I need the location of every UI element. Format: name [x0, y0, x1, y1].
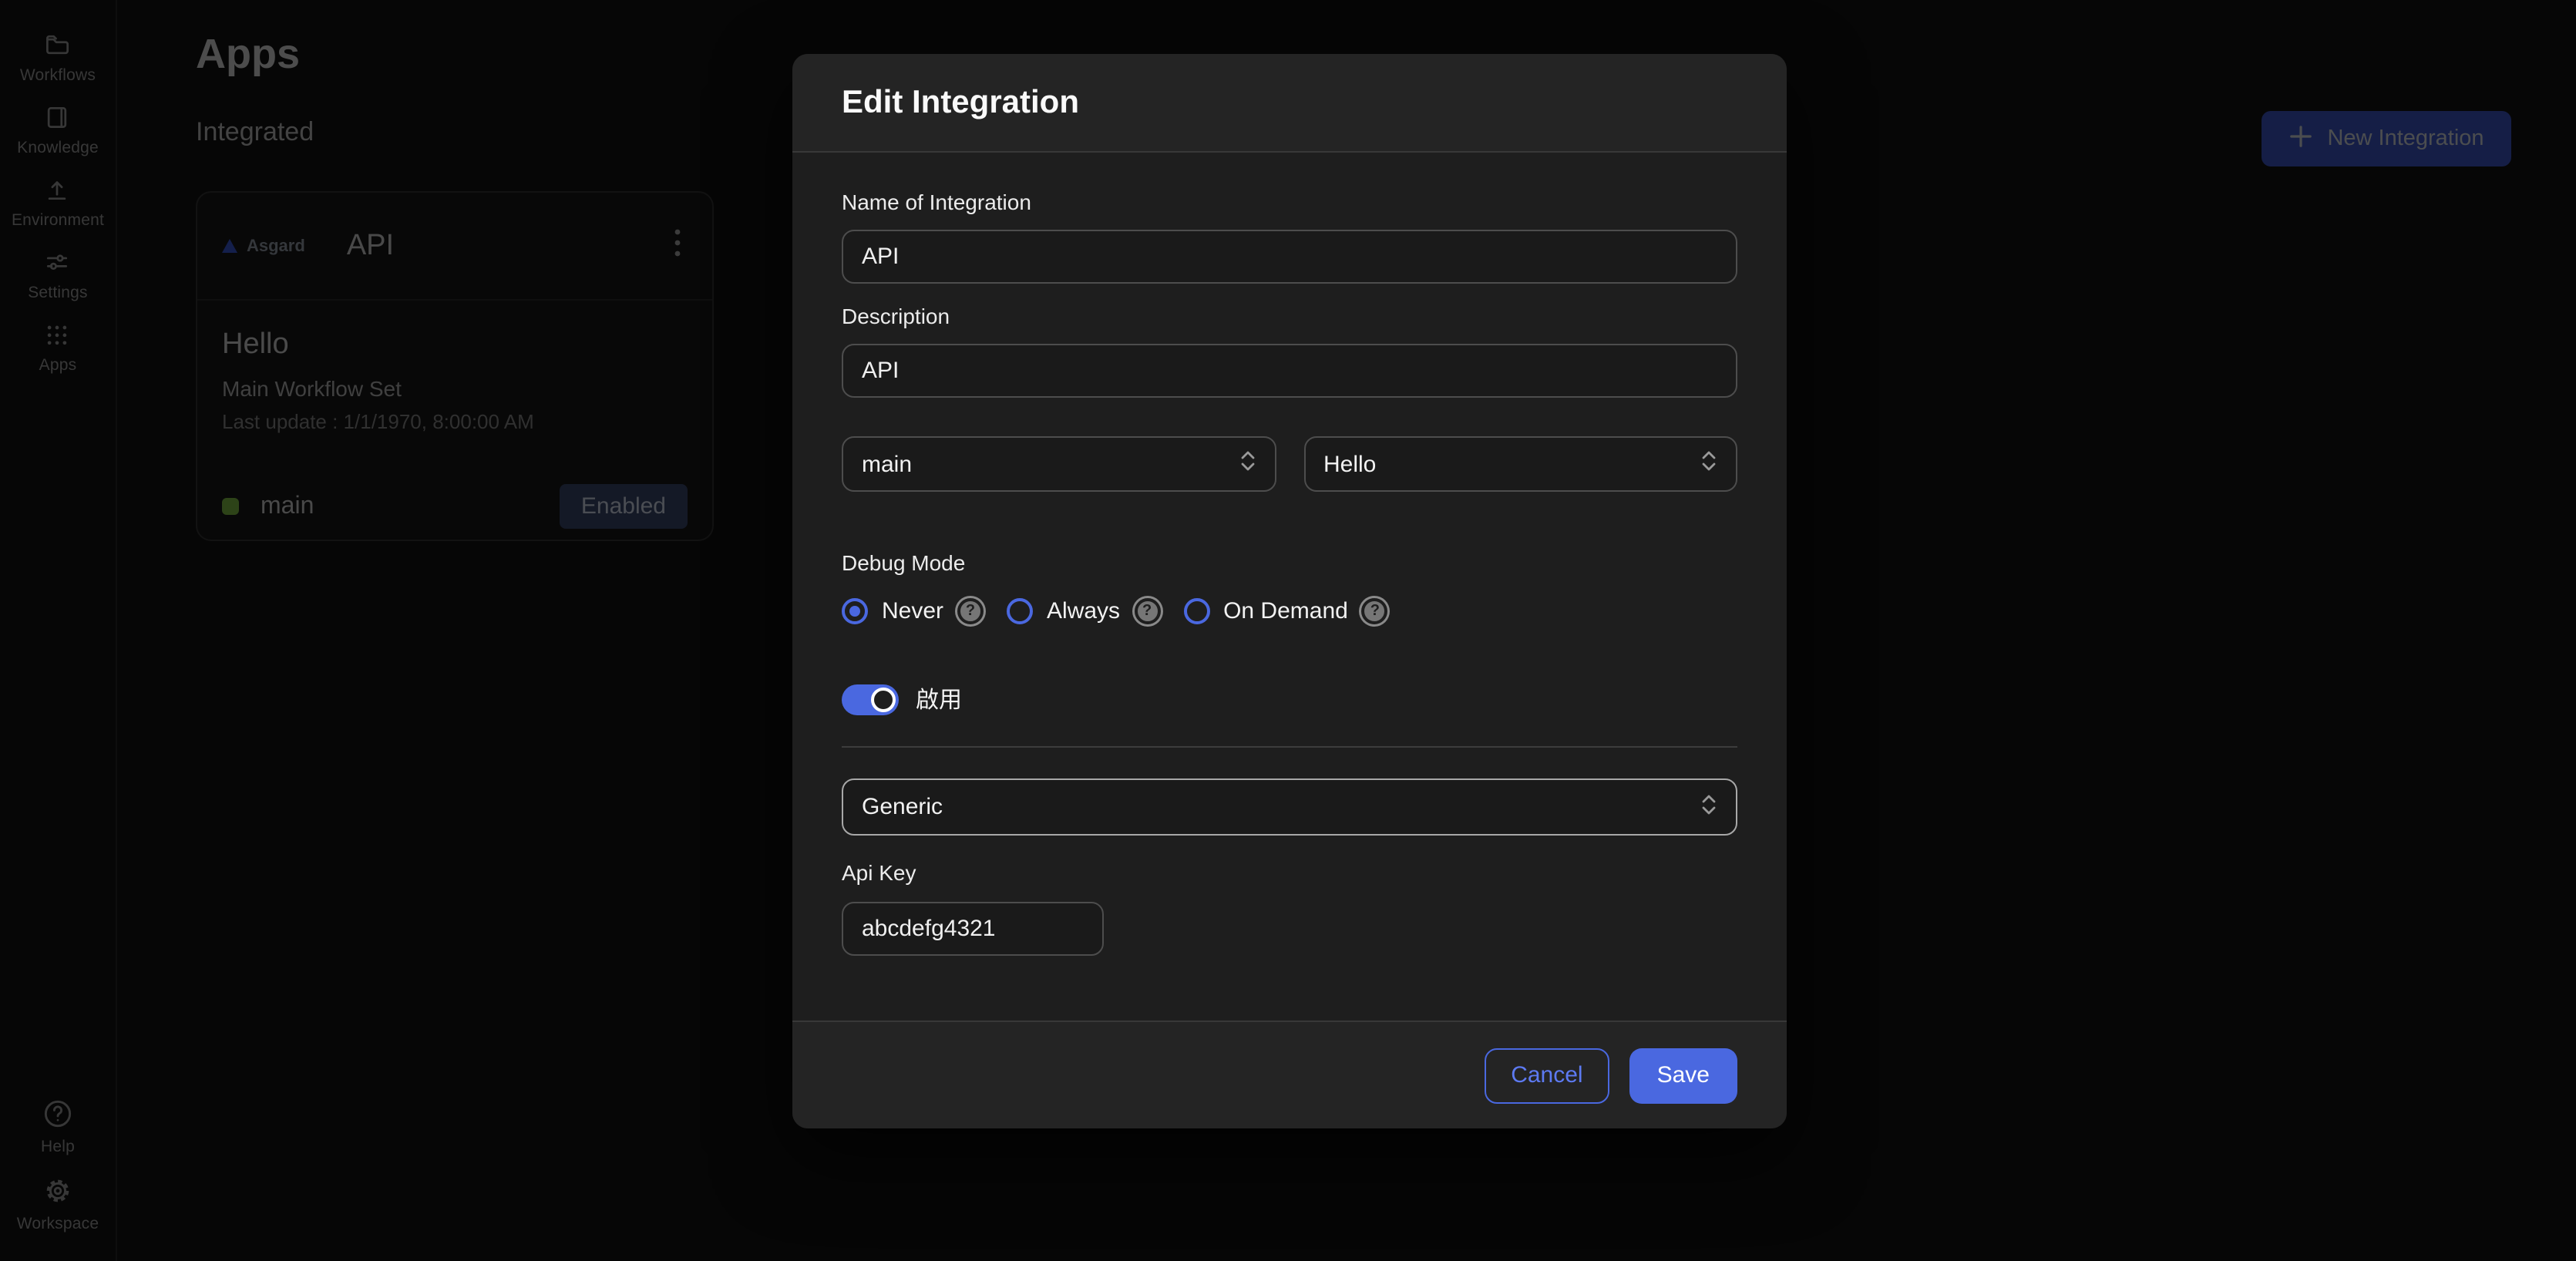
chevron-updown-icon	[1700, 450, 1717, 478]
debug-mode-label: Debug Mode	[842, 550, 1737, 575]
dialog-title: Edit Integration	[842, 84, 1079, 121]
branch-select-value: main	[862, 451, 912, 477]
dialog-footer: Cancel Save	[792, 1021, 1787, 1128]
enable-toggle[interactable]	[842, 684, 899, 715]
cancel-button[interactable]: Cancel	[1485, 1047, 1609, 1103]
workflow-select[interactable]: Hello	[1303, 436, 1737, 492]
radio-option-always: Always ?	[1007, 598, 1160, 624]
chevron-updown-icon	[1700, 793, 1717, 821]
name-label: Name of Integration	[842, 190, 1737, 214]
help-icon[interactable]: ?	[1362, 598, 1388, 624]
radio-always-label: Always	[1047, 598, 1120, 624]
enable-toggle-row: 啟用	[842, 683, 1737, 715]
integration-type-value: Generic	[862, 794, 943, 820]
dialog-body: Name of Integration Description main Hel…	[792, 153, 1787, 1021]
section-divider	[842, 746, 1737, 748]
description-input[interactable]	[842, 344, 1737, 398]
dialog-header: Edit Integration	[792, 54, 1787, 153]
api-key-label: Api Key	[842, 860, 1737, 885]
description-label: Description	[842, 304, 1737, 328]
name-input[interactable]	[842, 230, 1737, 284]
chevron-updown-icon	[1239, 450, 1256, 478]
api-key-input[interactable]	[842, 902, 1104, 956]
radio-option-on-demand: On Demand ?	[1183, 598, 1388, 624]
radio-on-demand-label: On Demand	[1223, 598, 1348, 624]
select-row: main Hello	[842, 436, 1737, 492]
toggle-knob	[871, 687, 896, 711]
enable-toggle-label: 啟用	[916, 683, 962, 715]
radio-option-never: Never ?	[842, 598, 984, 624]
app-window: Workflows Knowledge Environment Settings	[0, 0, 2576, 1261]
edit-integration-dialog: Edit Integration Name of Integration Des…	[792, 54, 1787, 1128]
help-icon[interactable]: ?	[957, 598, 984, 624]
radio-always[interactable]	[1007, 598, 1033, 624]
radio-never[interactable]	[842, 598, 868, 624]
radio-on-demand[interactable]	[1183, 598, 1209, 624]
help-icon[interactable]: ?	[1134, 598, 1160, 624]
workflow-select-value: Hello	[1323, 451, 1376, 477]
integration-type-select[interactable]: Generic	[842, 778, 1737, 836]
branch-select[interactable]: main	[842, 436, 1276, 492]
save-button[interactable]: Save	[1629, 1047, 1737, 1103]
radio-never-label: Never	[882, 598, 943, 624]
debug-mode-radio-group: Never ? Always ? On Demand ?	[842, 598, 1737, 624]
